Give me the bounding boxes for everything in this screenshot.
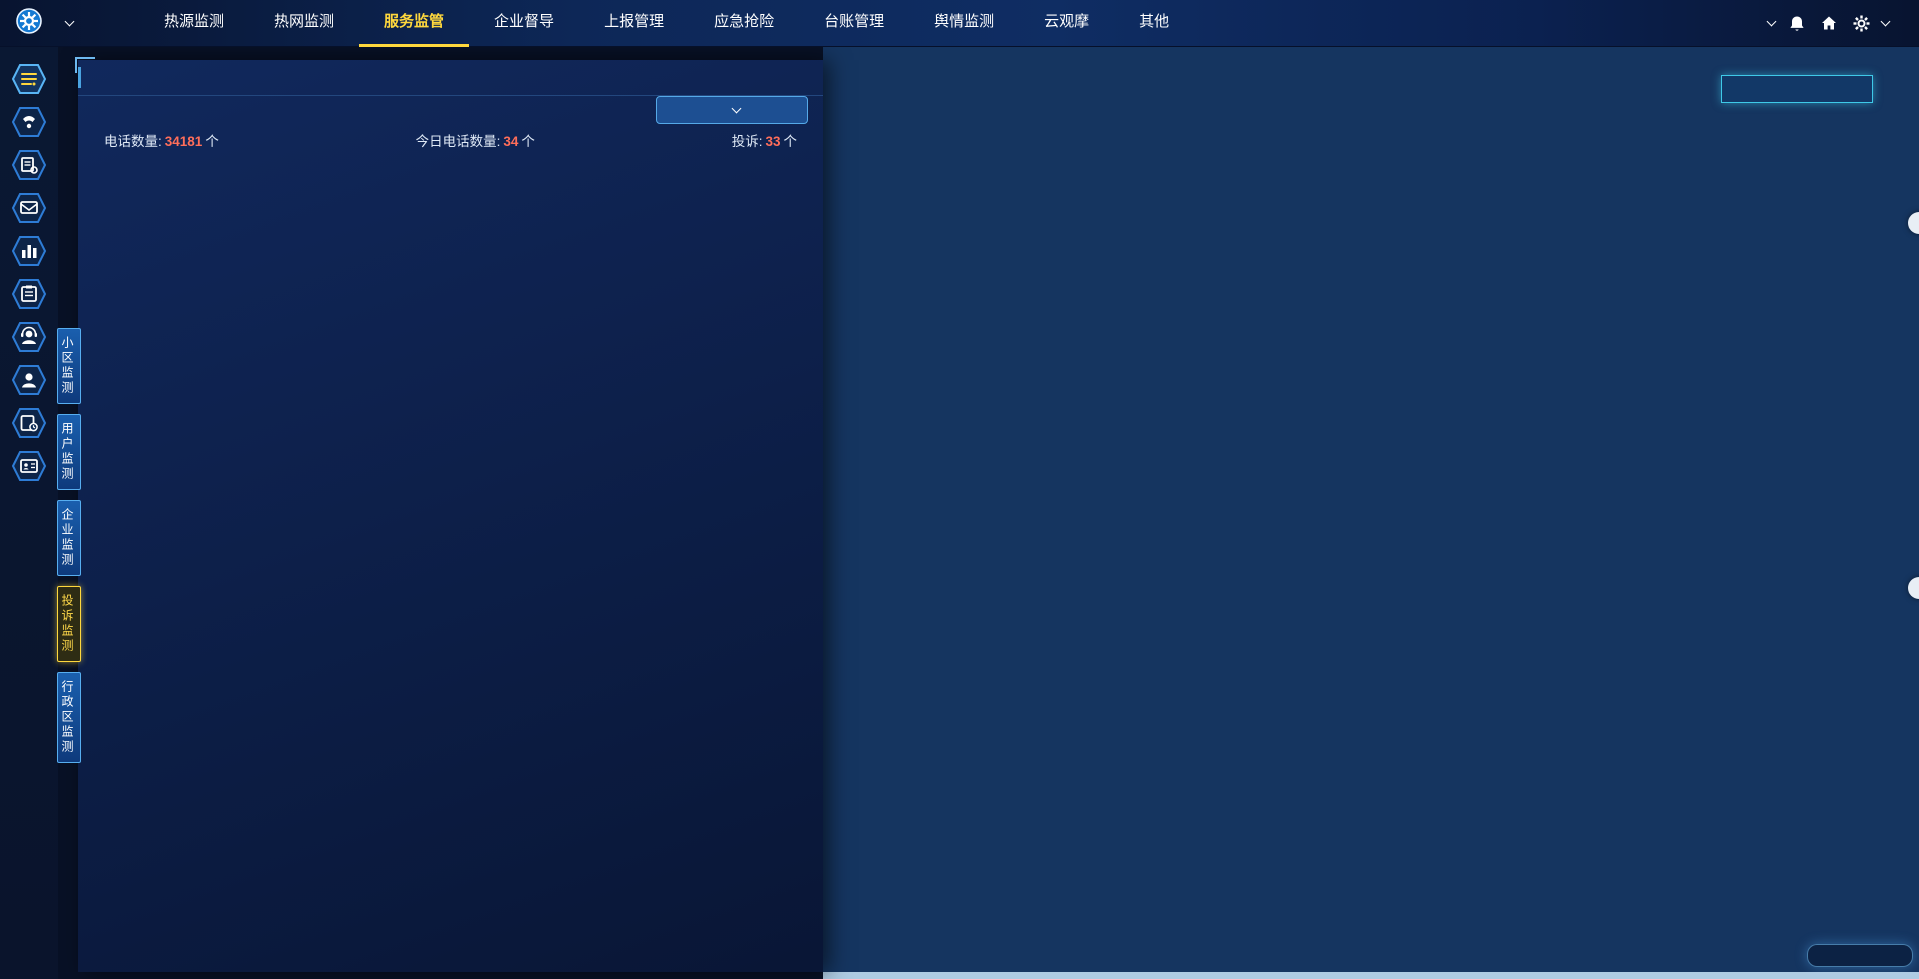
map-canvas — [823, 47, 1919, 979]
nav-right — [1760, 15, 1903, 32]
home-button[interactable] — [1821, 15, 1841, 31]
stat-item: 电话数量:34181个 — [104, 130, 219, 150]
season-select[interactable] — [656, 96, 808, 124]
community-search-input[interactable] — [1721, 75, 1873, 103]
map-bottom-scrollbar[interactable] — [823, 972, 1919, 979]
season-chevron-down-icon — [732, 104, 742, 114]
sidebar-button-id-card[interactable] — [9, 446, 49, 486]
monitor-tabs: 小区监测用户监测企业监测投诉监测行政区监测 — [57, 328, 81, 763]
brand[interactable] — [16, 8, 75, 39]
settings-chevron-down-icon — [1881, 17, 1891, 27]
nav-item-6[interactable]: 应急抢险 — [689, 0, 799, 47]
sidebar-button-bar-chart[interactable] — [9, 231, 49, 271]
temperature-legend — [1807, 944, 1913, 967]
complaint-rank-chart — [86, 572, 814, 934]
nav-item-10[interactable]: 其他 — [1114, 0, 1194, 47]
stat-item: 投诉:33个 — [732, 130, 797, 150]
side-tab-2[interactable]: 用户监测 — [57, 414, 81, 490]
sidebar-button-filter-menu[interactable] — [9, 59, 49, 99]
nav-item-1[interactable]: 热源监测 — [139, 0, 249, 47]
admin-chevron-down-icon — [1767, 17, 1777, 27]
side-tab-1[interactable]: 小区监测 — [57, 328, 81, 404]
home-icon — [1821, 15, 1837, 31]
nav-item-7[interactable]: 台账管理 — [799, 0, 909, 47]
service-evaluation-panel: 电话数量:34181个 今日电话数量:34个 投诉:33个 — [78, 60, 823, 972]
nav-item-5[interactable]: 上报管理 — [579, 0, 689, 47]
phone-trend-chart — [86, 164, 814, 460]
stat-item: 今日电话数量:34个 — [416, 130, 535, 150]
settings-menu[interactable] — [1853, 15, 1891, 32]
side-tab-4[interactable]: 投诉监测 — [57, 586, 81, 662]
panel-header — [78, 60, 823, 96]
sidebar-button-user[interactable] — [9, 360, 49, 400]
phone-stats: 电话数量:34181个 今日电话数量:34个 投诉:33个 — [78, 130, 823, 150]
alarm-button[interactable] — [1789, 15, 1809, 32]
nav-item-4[interactable]: 企业督导 — [469, 0, 579, 47]
sidebar-button-clipboard[interactable] — [9, 274, 49, 314]
title-chevron-down-icon[interactable] — [65, 17, 75, 27]
sidebar-button-mail-docs[interactable] — [9, 188, 49, 228]
sidebar-button-customer-service[interactable] — [9, 317, 49, 357]
sidebar-button-schedule[interactable] — [9, 403, 49, 443]
bell-icon — [1789, 15, 1805, 32]
admin-menu[interactable] — [1760, 18, 1777, 28]
sidebar-button-report-settings[interactable] — [9, 145, 49, 185]
gear-icon — [1853, 15, 1870, 32]
nav-menu: 热源监测热网监测服务监管企业督导上报管理应急抢险台账管理舆情监测云观摩其他 — [139, 0, 1194, 47]
nav-item-2[interactable]: 热网监测 — [249, 0, 359, 47]
heat-map[interactable] — [823, 47, 1919, 979]
top-nav: 热源监测热网监测服务监管企业督导上报管理应急抢险台账管理舆情监测云观摩其他 — [0, 0, 1919, 47]
side-tab-5[interactable]: 行政区监测 — [57, 672, 81, 763]
side-tab-3[interactable]: 企业监测 — [57, 500, 81, 576]
app-logo-icon — [16, 8, 42, 39]
icon-sidebar — [0, 47, 58, 979]
nav-item-8[interactable]: 舆情监测 — [909, 0, 1019, 47]
nav-item-3[interactable]: 服务监管 — [359, 0, 469, 47]
nav-item-9[interactable]: 云观摩 — [1019, 0, 1114, 47]
sidebar-button-phone[interactable] — [9, 102, 49, 142]
